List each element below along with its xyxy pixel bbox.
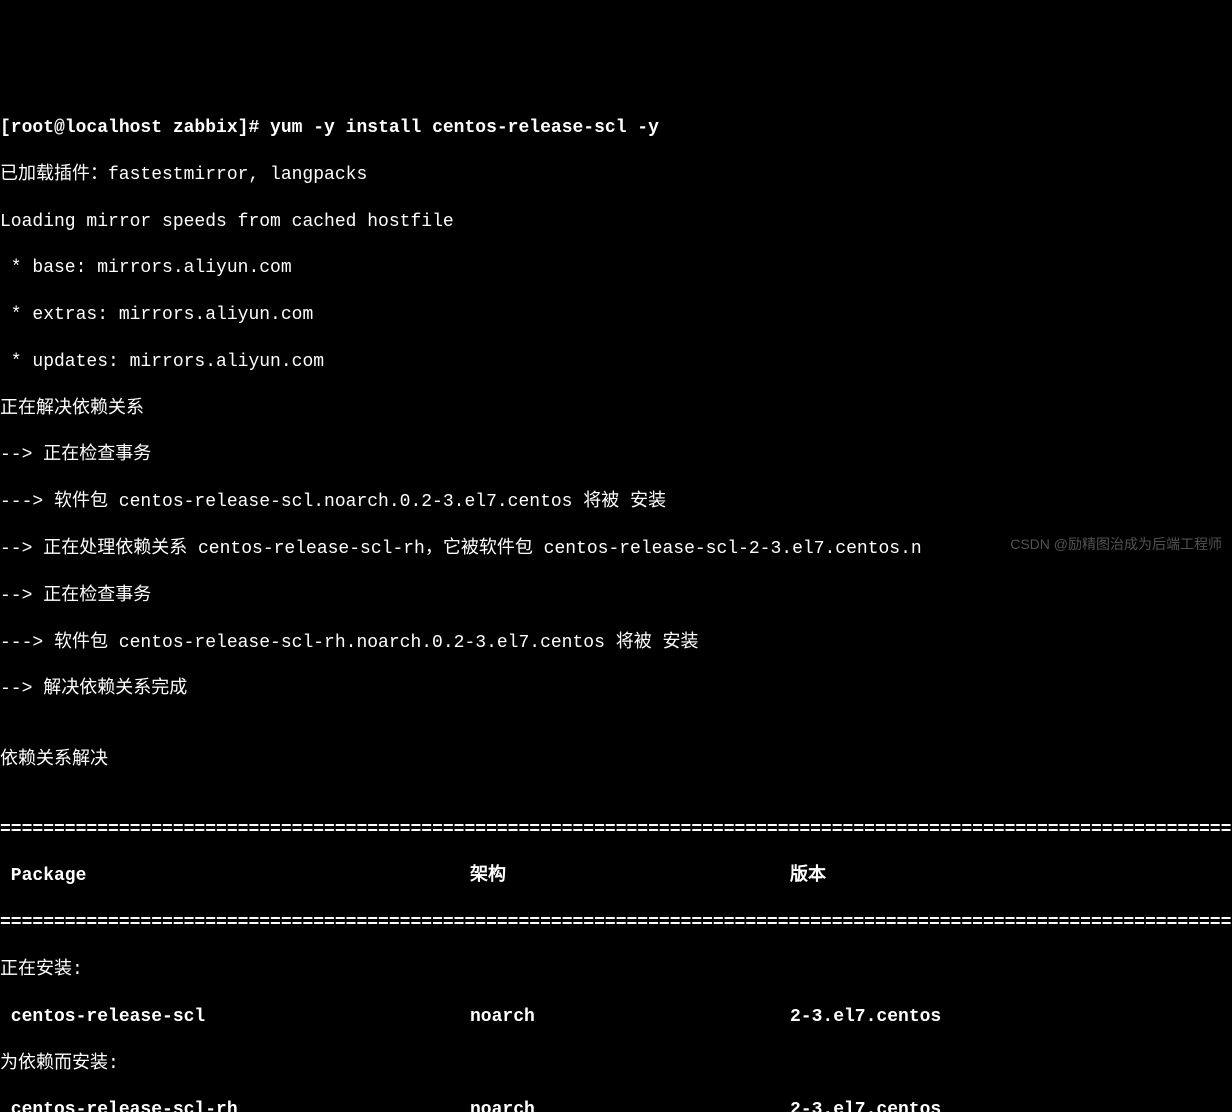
table-divider: ========================================… xyxy=(0,912,1232,935)
table-header-row: Package架构版本 xyxy=(0,865,1232,888)
watermark-text: CSDN @励精图治成为后端工程师 xyxy=(1010,535,1222,553)
output-line: * base: mirrors.aliyun.com xyxy=(0,257,1232,280)
cell-version: 2-3.el7.centos xyxy=(790,1099,1232,1112)
output-line: * updates: mirrors.aliyun.com xyxy=(0,351,1232,374)
command-input: yum -y install centos-release-scl -y xyxy=(270,118,659,138)
header-package: Package xyxy=(0,865,470,888)
output-line: ---> 软件包 centos-release-scl.noarch.0.2-3… xyxy=(0,491,1232,514)
header-arch: 架构 xyxy=(470,865,790,888)
output-line: * extras: mirrors.aliyun.com xyxy=(0,304,1232,327)
terminal-output[interactable]: [root@localhost zabbix]# yum -y install … xyxy=(0,94,1232,1112)
output-line: --> 正在检查事务 xyxy=(0,444,1232,467)
table-row: centos-release-sclnoarch2-3.el7.centos xyxy=(0,1006,1232,1029)
table-divider: ========================================… xyxy=(0,819,1232,842)
header-version: 版本 xyxy=(790,865,1232,888)
output-line: 已加载插件：fastestmirror, langpacks xyxy=(0,164,1232,187)
table-row: centos-release-scl-rhnoarch2-3.el7.cento… xyxy=(0,1099,1232,1112)
shell-prompt: [root@localhost zabbix]# xyxy=(0,118,270,138)
cell-package: centos-release-scl-rh xyxy=(0,1099,470,1112)
installing-label: 正在安装: xyxy=(0,959,1232,982)
output-line: Loading mirror speeds from cached hostfi… xyxy=(0,211,1232,234)
output-line: --> 正在检查事务 xyxy=(0,585,1232,608)
cell-arch: noarch xyxy=(470,1006,790,1029)
cell-package: centos-release-scl xyxy=(0,1006,470,1029)
dep-installing-label: 为依赖而安装: xyxy=(0,1053,1232,1076)
cell-arch: noarch xyxy=(470,1099,790,1112)
cell-version: 2-3.el7.centos xyxy=(790,1006,1232,1029)
output-line: --> 解决依赖关系完成 xyxy=(0,678,1232,701)
output-line: 正在解决依赖关系 xyxy=(0,398,1232,421)
output-line: 依赖关系解决 xyxy=(0,749,1232,772)
output-line: ---> 软件包 centos-release-scl-rh.noarch.0.… xyxy=(0,632,1232,655)
